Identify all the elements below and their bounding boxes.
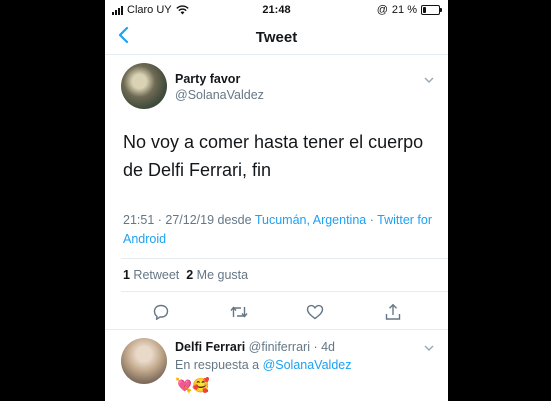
reply-avatar[interactable] [121,338,167,384]
reply-menu-button[interactable] [424,340,434,354]
divider [121,291,448,292]
page-title: Tweet [255,29,298,46]
share-button[interactable] [381,300,405,324]
reply-age: · 4d [309,340,335,354]
reply-header: Delfi Ferrari @finiferrari · 4d [175,340,335,354]
alarm-icon: @ [376,4,388,16]
author-handle[interactable]: @SolanaValdez [175,88,264,102]
tweet-location-link[interactable]: Tucumán, Argentina [255,213,366,227]
chevron-down-icon [424,77,434,83]
battery-icon [421,5,442,15]
reply-author-handle[interactable]: @finiferrari [249,340,310,354]
divider [105,329,448,330]
author-name[interactable]: Party favor [175,72,240,86]
reply-button[interactable] [149,300,173,324]
reply-to-link[interactable]: @SolanaValdez [263,358,352,372]
share-icon [385,303,401,320]
like-label[interactable]: Me gusta [193,268,248,282]
tweet-meta: 21:51 · 27/12/19 desde Tucumán, Argentin… [123,211,443,249]
reply-text: 💘🥰 [175,377,210,393]
chevron-down-icon [424,345,434,351]
retweet-button[interactable] [227,300,251,324]
meta-separator: · [366,213,378,227]
navigation-bar: Tweet [105,20,448,55]
tweet-stats: 1 Retweet 2 Me gusta [123,268,248,282]
tweet-menu-button[interactable] [424,72,434,86]
reply-icon [153,304,169,320]
retweet-count[interactable]: 1 [123,268,130,282]
tweet-timestamp: 21:51 · 27/12/19 desde [123,213,255,227]
tweet-actions [105,300,448,326]
reply-context: En respuesta a @SolanaValdez [175,358,351,372]
reply-author-name[interactable]: Delfi Ferrari [175,340,245,354]
author-avatar[interactable] [121,63,167,109]
like-button[interactable] [303,300,327,324]
phone-screen: Claro UY 21:48 @ 21 % Tweet Party favor … [105,0,448,401]
battery-percentage: 21 % [391,4,417,16]
reply-prefix: En respuesta a [175,358,263,372]
like-icon [306,304,324,320]
retweet-icon [230,306,248,318]
status-bar: Claro UY 21:48 @ 21 % [105,0,448,20]
divider [121,258,448,259]
tweet-text: No voy a comer hasta tener el cuerpo de … [123,132,424,180]
retweet-label[interactable]: Retweet [130,268,186,282]
